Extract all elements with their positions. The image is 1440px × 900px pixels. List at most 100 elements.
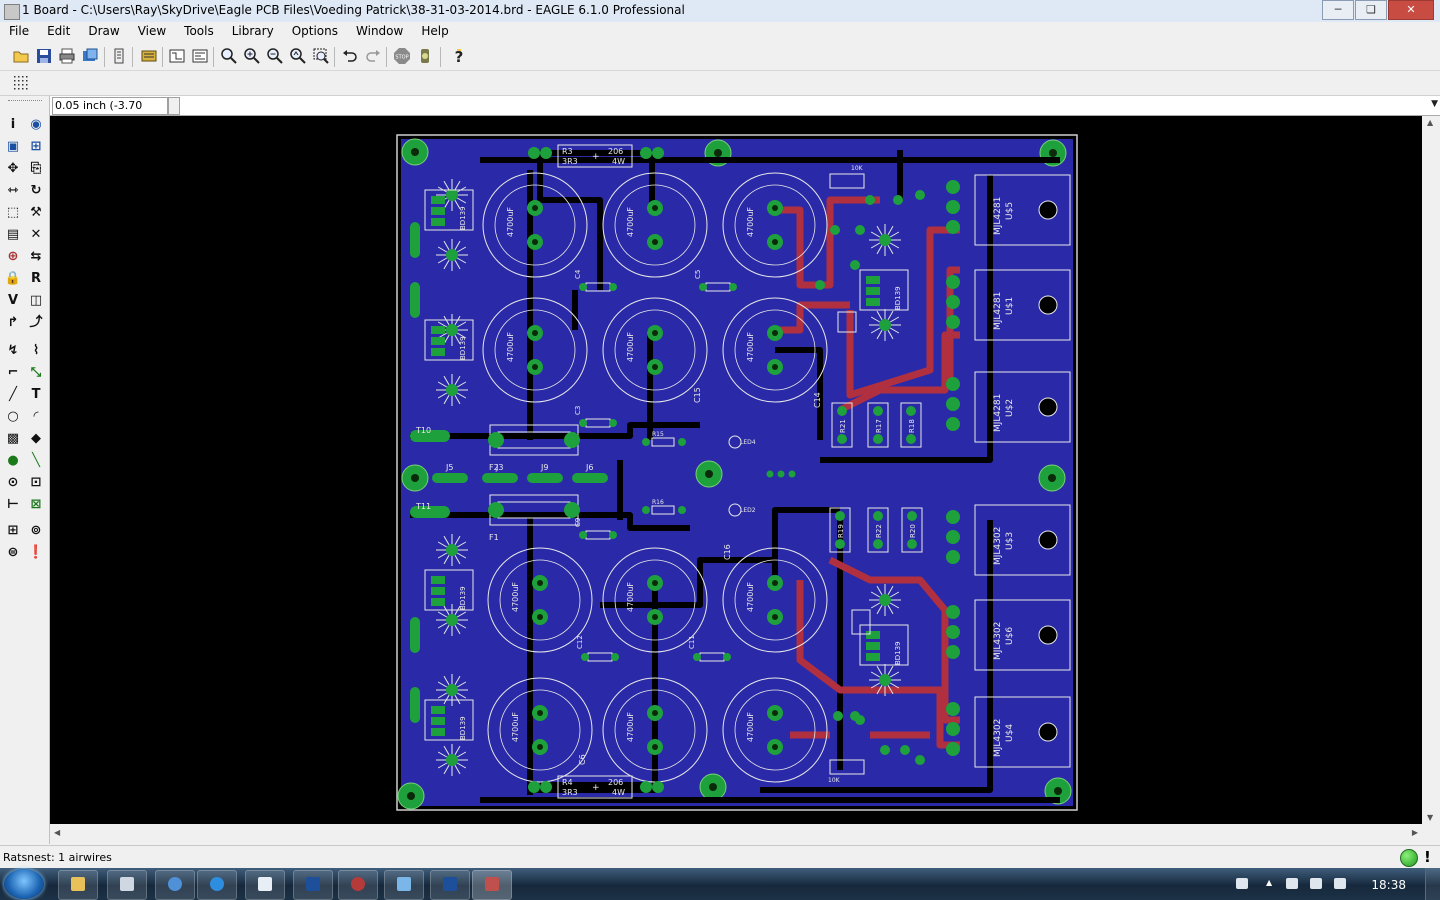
taskbar-eagle-control-panel[interactable] [293, 870, 333, 900]
display-icon[interactable]: ▣ [4, 138, 22, 156]
name-icon[interactable]: R [27, 270, 45, 288]
zoom-out-icon[interactable] [266, 47, 284, 65]
scroll-down-icon[interactable]: ▼ [1427, 813, 1433, 822]
network-icon[interactable] [1310, 878, 1322, 889]
ratsnest-icon[interactable]: ⊠ [27, 496, 45, 514]
zoom-select-icon[interactable] [312, 47, 330, 65]
volume-icon[interactable] [1334, 878, 1346, 889]
schematic-icon[interactable] [168, 47, 186, 65]
signal-icon[interactable]: ╲ [27, 452, 45, 470]
menu-options[interactable]: Options [283, 22, 347, 42]
scroll-right-icon[interactable]: ▶ [1412, 828, 1418, 837]
split-icon[interactable]: ⤴ [27, 314, 45, 332]
text-icon[interactable]: T [27, 386, 45, 404]
erc-icon[interactable]: ⊜ [4, 544, 22, 562]
zoom-previous-icon[interactable] [289, 47, 307, 65]
go-status-icon[interactable] [1400, 849, 1418, 867]
paste-icon[interactable]: ▤ [4, 226, 22, 244]
lock-icon[interactable]: 🔒 [4, 270, 22, 288]
menu-view[interactable]: View [129, 22, 175, 42]
dimension-icon[interactable]: ⊢ [4, 496, 22, 514]
script-icon[interactable] [110, 47, 128, 65]
maximize-button[interactable]: ❏ [1355, 0, 1387, 20]
flag-icon[interactable] [1286, 878, 1298, 889]
route-icon[interactable]: ⌐ [4, 364, 22, 382]
mirror-icon[interactable]: ⇿ [4, 182, 22, 200]
zoom-fit-icon[interactable] [220, 47, 238, 65]
menu-library[interactable]: Library [223, 22, 283, 42]
autorouter-icon[interactable]: ⊞ [4, 522, 22, 540]
wire-icon[interactable]: ╱ [4, 386, 22, 404]
board-icon[interactable] [191, 47, 209, 65]
menu-draw[interactable]: Draw [79, 22, 128, 42]
miter-icon[interactable]: ↱ [4, 314, 22, 332]
scroll-left-icon[interactable]: ◀ [54, 828, 60, 837]
vertical-scrollbar[interactable]: ▲ ▼ [1422, 116, 1440, 824]
errors-icon[interactable]: ❗ [27, 544, 45, 562]
hole-icon[interactable]: ⊙ [4, 474, 22, 492]
taskbar-internet-explorer[interactable] [197, 870, 237, 900]
taskbar-notepad[interactable] [245, 870, 285, 900]
menu-tools[interactable]: Tools [175, 22, 223, 42]
menu-window[interactable]: Window [347, 22, 412, 42]
optimize-icon[interactable]: ↯ [4, 342, 22, 360]
taskbar-onedrive[interactable] [155, 870, 195, 900]
close-button[interactable]: ✕ [1388, 0, 1434, 20]
show-desktop-button[interactable] [1425, 868, 1440, 900]
ulp-icon[interactable] [140, 47, 158, 65]
group-icon[interactable]: ⬚ [4, 204, 22, 222]
open-icon[interactable] [12, 47, 30, 65]
delete-icon[interactable]: ✕ [27, 226, 45, 244]
zoom-in-icon[interactable] [243, 47, 261, 65]
redo-icon[interactable] [364, 47, 382, 65]
via-icon[interactable]: ● [4, 452, 22, 470]
value-icon[interactable]: V [4, 292, 22, 310]
rotate-icon[interactable]: ↻ [27, 182, 45, 200]
menu-edit[interactable]: Edit [38, 22, 79, 42]
minimize-button[interactable]: ─ [1322, 0, 1354, 20]
show-icon[interactable]: ◉ [27, 116, 45, 134]
print-icon[interactable] [58, 47, 76, 65]
circle-icon[interactable]: ○ [4, 408, 22, 426]
grid-icon[interactable] [12, 74, 30, 92]
keyboard-tray-icon[interactable] [1236, 878, 1248, 889]
board-canvas[interactable]: 4700uF 4700uF 4700uF 4700uF 4700uF 4700uF 4700… [50, 116, 1422, 824]
attribute-icon[interactable]: ⊡ [27, 474, 45, 492]
app-icon[interactable] [4, 4, 20, 20]
command-input[interactable] [184, 97, 1428, 113]
pcb-board[interactable]: 4700uF 4700uF 4700uF 4700uF 4700uF 4700uF 4700… [50, 116, 1422, 824]
mark-icon[interactable]: ⊞ [27, 138, 45, 156]
taskbar-file-explorer[interactable] [58, 870, 98, 900]
save-icon[interactable] [35, 47, 53, 65]
smash-icon[interactable]: ◫ [27, 292, 45, 310]
replace-icon[interactable]: ⇆ [27, 248, 45, 266]
drc-icon[interactable]: ⊚ [27, 522, 45, 540]
show-hidden-icons-icon[interactable]: ▲ [1266, 878, 1274, 889]
exclamation-icon[interactable]: ! [1424, 848, 1431, 866]
start-button[interactable] [4, 869, 44, 899]
menu-file[interactable]: File [0, 22, 38, 42]
taskbar-eagle-panel-2[interactable] [430, 870, 470, 900]
go-icon[interactable] [416, 47, 434, 65]
ripup-icon[interactable]: ⤡ [27, 364, 45, 382]
meander-icon[interactable]: ⌇ [27, 342, 45, 360]
cam-icon[interactable] [81, 47, 99, 65]
rect-icon[interactable]: ▩ [4, 430, 22, 448]
info-icon[interactable]: i [4, 116, 22, 134]
arc-icon[interactable]: ◜ [27, 408, 45, 426]
move-icon[interactable]: ✥ [4, 160, 22, 178]
taskbar-keyboard[interactable] [107, 870, 147, 900]
command-history-dropdown-icon[interactable]: ▼ [1431, 99, 1438, 109]
horizontal-scrollbar[interactable]: ◀ ▶ [50, 825, 1422, 841]
help-icon[interactable]: ? [450, 47, 468, 65]
taskbar-eagle-board[interactable] [472, 870, 512, 900]
stop-icon[interactable]: STOP [393, 47, 411, 65]
change-icon[interactable]: ⚒ [27, 204, 45, 222]
menu-help[interactable]: Help [412, 22, 457, 42]
scroll-up-icon[interactable]: ▲ [1427, 118, 1433, 127]
copy-icon[interactable]: ⎘ [27, 160, 45, 178]
taskbar-media[interactable] [338, 870, 378, 900]
taskbar-explorer-window[interactable] [384, 870, 424, 900]
add-icon[interactable]: ⊕ [4, 248, 22, 266]
polygon-icon[interactable]: ◆ [27, 430, 45, 448]
